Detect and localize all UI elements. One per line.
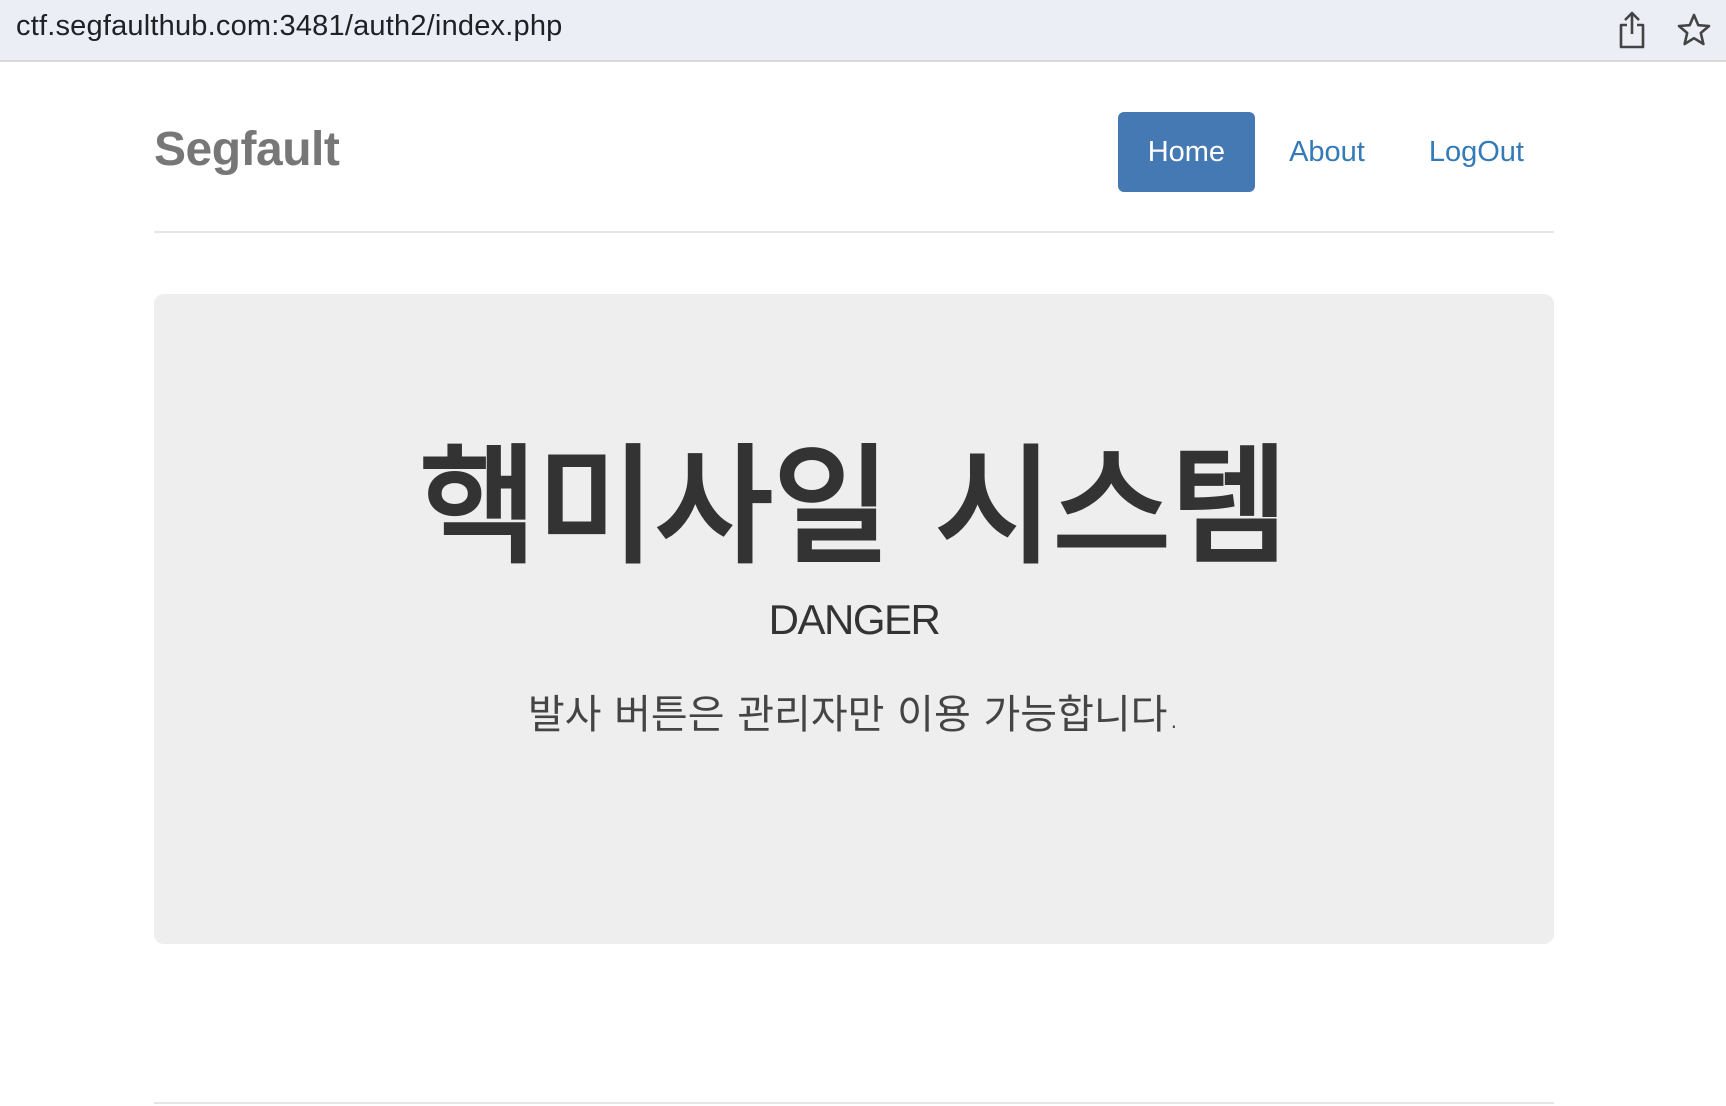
main-nav: Home About LogOut [1114,112,1554,192]
browser-address-bar: ctf.segfaulthub.com:3481/auth2/index.php [0,0,1726,62]
page-container: Segfault Home About LogOut 핵미사일 시스템 DANG… [154,62,1554,944]
jumbotron: 핵미사일 시스템 DANGER 발사 버튼은 관리자만 이용 가능합니다. [154,294,1554,944]
danger-subtitle: DANGER [768,596,941,643]
nav-logout[interactable]: LogOut [1399,112,1554,192]
notice-text: 발사 버튼은 관리자만 이용 가능합니다. [527,692,1181,738]
bookmark-star-icon[interactable] [1674,10,1714,50]
footer-divider [154,1102,1554,1104]
nav-home[interactable]: Home [1117,112,1256,192]
brand-logo: Segfault [154,123,340,176]
site-header: Segfault Home About LogOut [154,62,1554,233]
url-field[interactable]: ctf.segfaulthub.com:3481/auth2/index.php [16,10,563,43]
page-title: 핵미사일 시스템 [419,433,1289,582]
nav-about[interactable]: About [1259,112,1395,192]
share-icon[interactable] [1612,10,1652,50]
